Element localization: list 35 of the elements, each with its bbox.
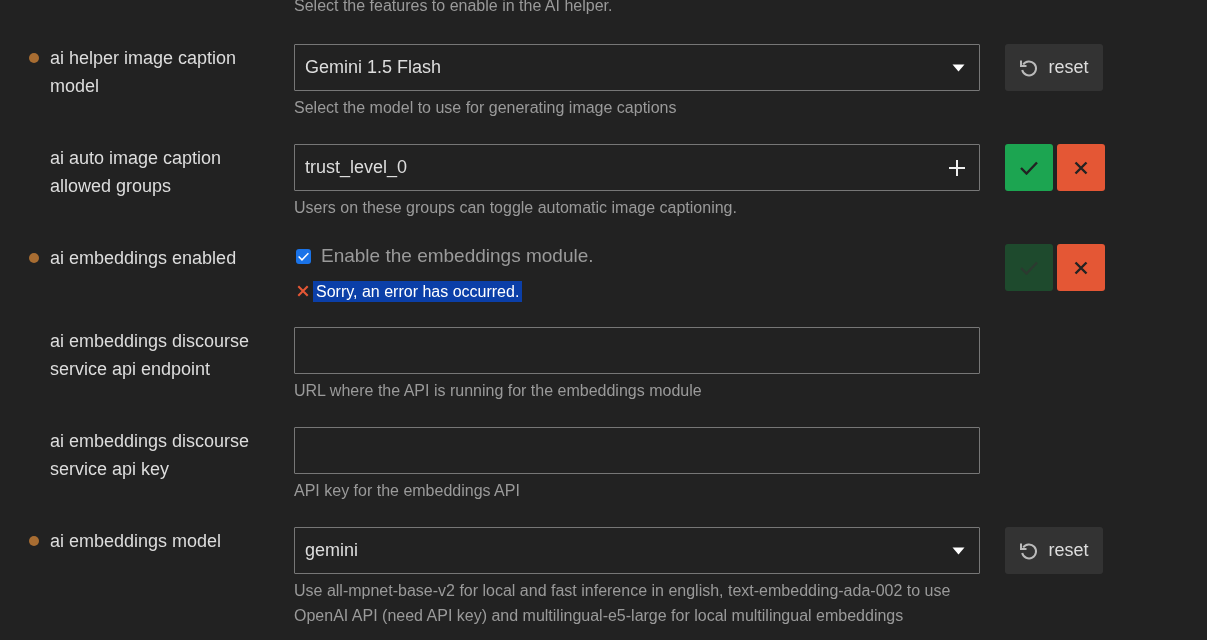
checkbox-label: Enable the embeddings module. [321, 245, 594, 267]
setting-description: Select the model to use for generating image captions [294, 98, 678, 118]
setting-label: ai embeddings discourse service api key [50, 430, 251, 481]
checkbox[interactable] [296, 248, 311, 264]
cancel-button[interactable] [1057, 144, 1105, 191]
error-cross-icon [297, 285, 309, 297]
setting-description: Use all-mpnet-base-v2 for local and fast inference in english, text-embedding-ada-002 to use OpenAI API (need API key) and multilingual-e5-large for local multilingual embeddings [294, 581, 952, 626]
setting-description: API key for the embeddings API [294, 481, 521, 501]
reset-button[interactable]: reset [1005, 527, 1103, 574]
setting-description: URL where the API is running for the embeddings module [294, 381, 703, 401]
checkmark-icon [298, 251, 309, 261]
cancel-button[interactable] [1057, 244, 1105, 291]
setting-label: ai embeddings enabled [50, 247, 238, 270]
setting-label: ai auto image caption allowed groups [50, 147, 223, 198]
dropdown-select[interactable]: gemini [294, 527, 980, 574]
close-icon [1074, 260, 1088, 275]
groups-field[interactable]: trust_level_0 [294, 144, 980, 191]
save-button[interactable] [1005, 144, 1053, 191]
plus-icon[interactable] [949, 159, 965, 176]
undo-icon [1019, 57, 1040, 78]
setting-label: ai embeddings discourse service api endpoint [50, 330, 251, 381]
setting-description: Users on these groups can toggle automatic image captioning. [294, 198, 738, 218]
caret-down-icon [952, 63, 965, 72]
text-input-field[interactable] [294, 427, 980, 474]
text-input-field[interactable] [294, 327, 980, 374]
undo-icon [1019, 540, 1040, 561]
reset-button[interactable]: reset [1005, 44, 1103, 91]
caret-down-icon [952, 546, 965, 555]
setting-label: ai embeddings model [50, 530, 223, 553]
setting-label: ai helper image caption model [50, 47, 238, 98]
setting-description: Select the features to enable in the AI helper. [294, 0, 614, 16]
checkmark-icon [1020, 160, 1038, 175]
dropdown-select[interactable]: Gemini 1.5 Flash [294, 44, 980, 91]
error-message: Sorry, an error has occurred. [313, 280, 523, 302]
close-icon [1074, 160, 1088, 175]
